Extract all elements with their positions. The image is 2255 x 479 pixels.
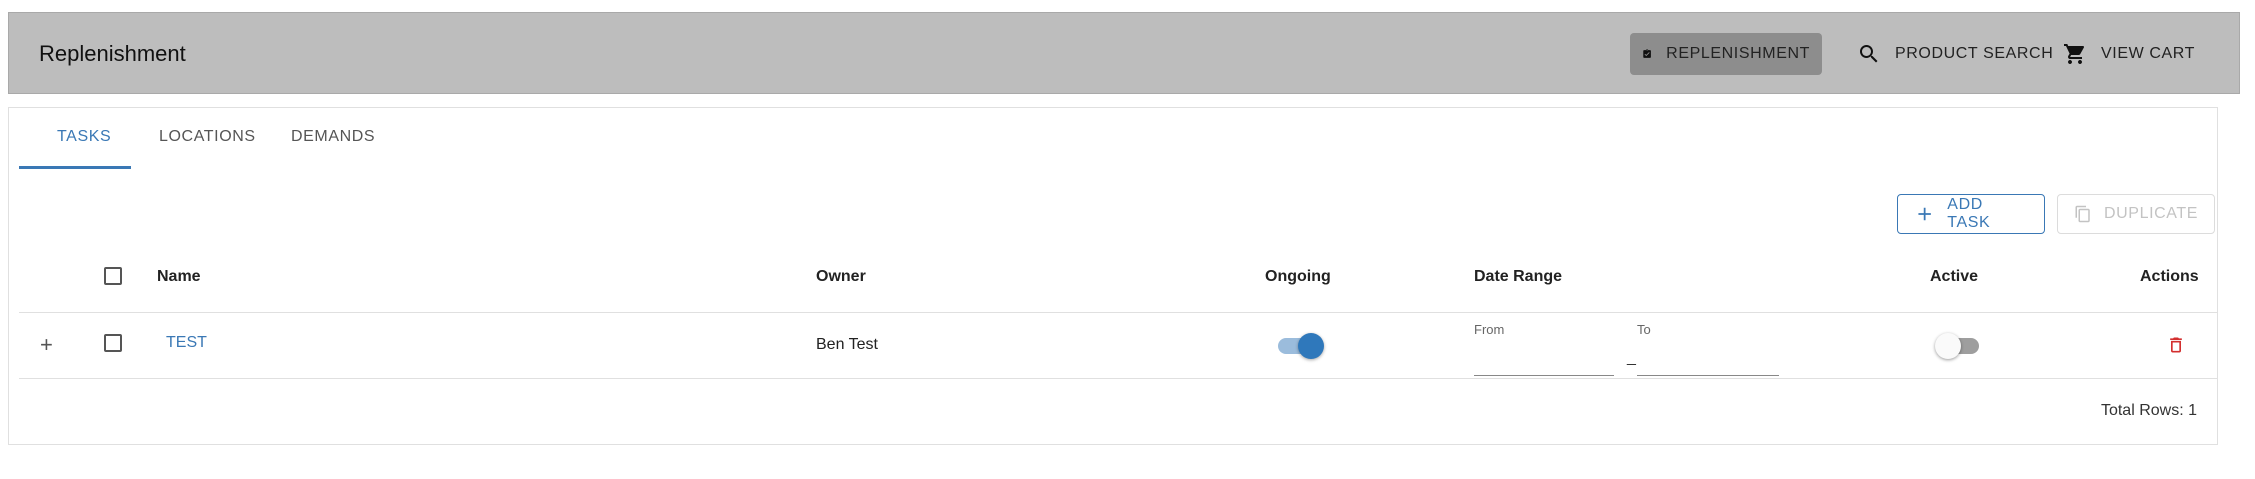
- header-divider: [19, 312, 2217, 313]
- column-header-ongoing[interactable]: Ongoing: [1265, 268, 1331, 286]
- active-toggle-thumb: [1935, 333, 1961, 359]
- select-all-checkbox[interactable]: [104, 267, 122, 285]
- product-search-nav-button[interactable]: PRODUCT SEARCH: [1845, 33, 2065, 75]
- plus-icon: [1918, 207, 1931, 221]
- duplicate-label: DUPLICATE: [2103, 205, 2198, 222]
- column-header-date-range[interactable]: Date Range: [1474, 268, 1562, 286]
- clipboard-check-icon: [1643, 49, 1651, 58]
- view-cart-nav-button[interactable]: VIEW CART: [2051, 33, 2207, 75]
- ongoing-toggle-thumb: [1298, 333, 1324, 359]
- ongoing-toggle[interactable]: [1274, 330, 1326, 360]
- delete-icon[interactable]: [2166, 334, 2186, 356]
- search-icon: [1860, 45, 1878, 63]
- replenishment-nav-button[interactable]: REPLENISHMENT: [1630, 33, 1822, 75]
- expand-row-icon[interactable]: +: [40, 332, 53, 358]
- date-from-input[interactable]: [1474, 348, 1614, 376]
- task-owner: Ben Test: [816, 336, 878, 353]
- column-header-actions: Actions: [2140, 268, 2199, 285]
- replenishment-nav-label: REPLENISHMENT: [1666, 45, 1810, 62]
- add-task-label: ADD TASK: [1947, 196, 1991, 231]
- date-to-input[interactable]: [1637, 348, 1779, 376]
- tab-tasks[interactable]: TASKS: [57, 128, 111, 146]
- task-name-link[interactable]: TEST: [166, 334, 207, 352]
- tab-bar: TASKS LOCATIONS DEMANDS: [19, 108, 519, 168]
- row-divider: [19, 378, 2217, 379]
- date-from-label: From: [1474, 322, 1505, 337]
- app-bar: Replenishment REPLENISHMENT PRODUCT SEAR…: [8, 12, 2240, 94]
- view-cart-nav-label: VIEW CART: [2101, 45, 2196, 62]
- copy-icon: [2075, 205, 2090, 223]
- date-separator: _: [1627, 349, 1636, 366]
- app-title: Replenishment: [39, 41, 186, 66]
- total-rows: Total Rows: 1: [2100, 402, 2197, 419]
- cart-icon: [2064, 44, 2084, 64]
- tasks-panel: TASKS LOCATIONS DEMANDS ADD TASK DUPLICA…: [8, 107, 2218, 445]
- row-checkbox[interactable]: [104, 334, 122, 352]
- tab-locations[interactable]: LOCATIONS: [159, 128, 256, 146]
- date-to-label: To: [1637, 322, 1651, 337]
- column-header-owner[interactable]: Owner: [816, 268, 866, 286]
- product-search-nav-label: PRODUCT SEARCH: [1895, 45, 2054, 62]
- column-header-active[interactable]: Active: [1930, 268, 1978, 286]
- tab-demands[interactable]: DEMANDS: [291, 128, 375, 146]
- active-tab-indicator: [19, 166, 131, 169]
- active-toggle[interactable]: [1933, 330, 1985, 360]
- column-header-name[interactable]: Name: [157, 268, 201, 286]
- add-task-button[interactable]: ADD TASK: [1897, 194, 2045, 234]
- duplicate-button[interactable]: DUPLICATE: [2057, 194, 2215, 234]
